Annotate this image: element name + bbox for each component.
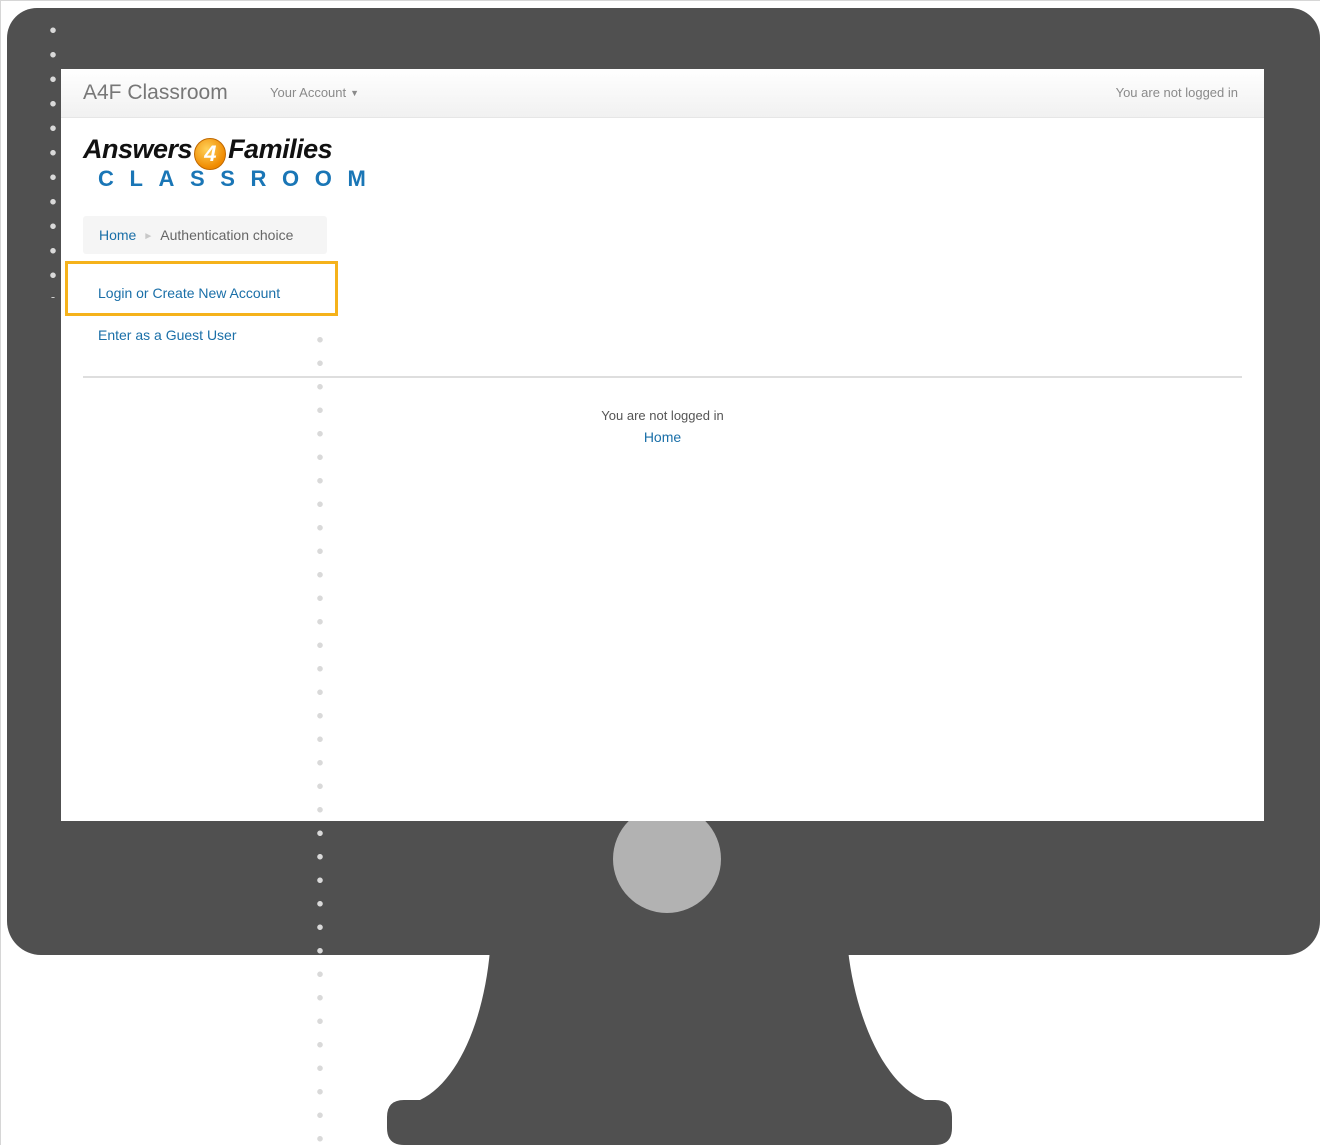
monitor-stand bbox=[387, 950, 952, 1145]
breadcrumb-home-link[interactable]: Home bbox=[99, 227, 136, 243]
dotted-guide-line bbox=[316, 328, 324, 1145]
frame-border-left bbox=[0, 0, 1, 1145]
logo-text-answers: Answers bbox=[83, 134, 193, 164]
footer-login-status: You are not logged in bbox=[601, 408, 724, 423]
footer-divider bbox=[83, 376, 1242, 378]
footer-home-text[interactable]: Home bbox=[644, 429, 681, 445]
breadcrumb-current: Authentication choice bbox=[160, 227, 294, 243]
footer-home-link: Home bbox=[61, 429, 1264, 445]
dotted-guide-line-left bbox=[49, 18, 57, 298]
logo-text-classroom: CLASSROOM bbox=[98, 166, 382, 191]
logo-wordmark: Answers 4 Families bbox=[83, 134, 333, 170]
login-status: You are not logged in bbox=[1115, 85, 1238, 100]
caret-down-icon: ▼ bbox=[350, 88, 360, 98]
frame-border-top bbox=[0, 0, 1320, 1]
logo-text-families: Families bbox=[228, 134, 333, 164]
your-account-label: Your Account bbox=[270, 85, 347, 100]
highlight-callout-box bbox=[65, 261, 338, 316]
answers4families-logo: Answers 4 Families CLASSROOM bbox=[83, 134, 373, 194]
guest-user-link[interactable]: Enter as a Guest User bbox=[98, 327, 237, 343]
your-account-menu[interactable]: Your Account ▼ bbox=[270, 85, 359, 100]
top-navbar: A4F Classroom Your Account ▼ You are not … bbox=[61, 69, 1264, 118]
breadcrumb: Home ► Authentication choice bbox=[83, 216, 327, 254]
triangle-right-icon: ► bbox=[143, 231, 154, 242]
monitor-screen: A4F Classroom Your Account ▼ You are not … bbox=[61, 69, 1264, 821]
site-brand[interactable]: A4F Classroom bbox=[83, 81, 228, 105]
monitor-power-button bbox=[613, 805, 721, 913]
